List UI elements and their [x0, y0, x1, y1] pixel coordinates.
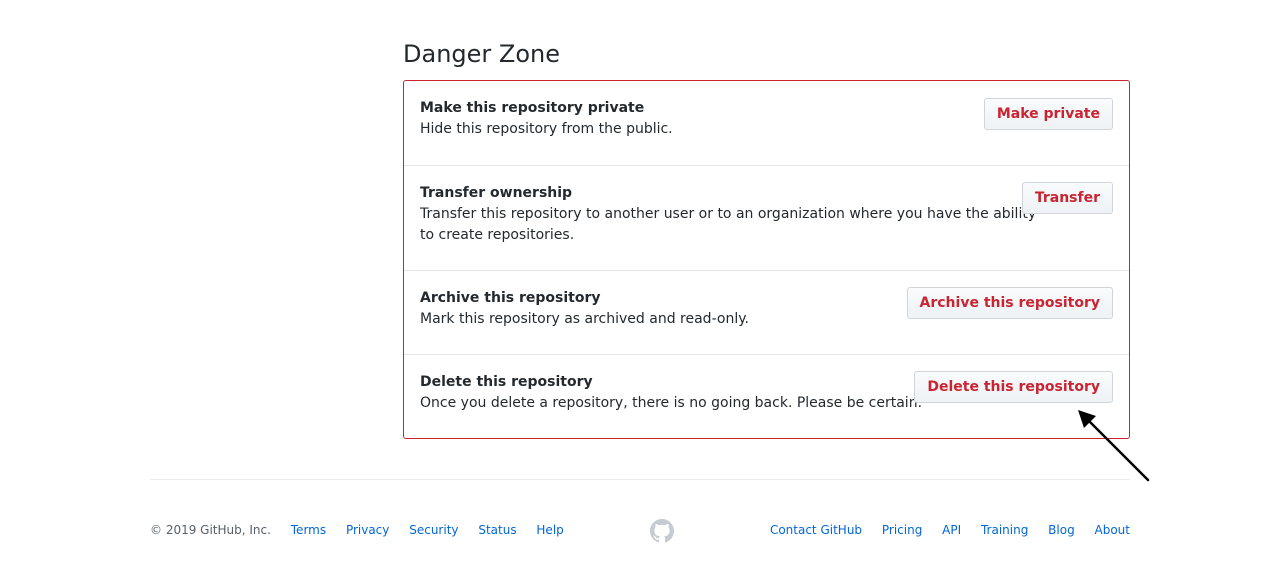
- footer-link-blog[interactable]: Blog: [1048, 523, 1075, 537]
- footer-left: © 2019 GitHub, Inc. Terms Privacy Securi…: [150, 521, 580, 539]
- delete-repository-button[interactable]: Delete this repository: [914, 371, 1113, 403]
- danger-item-make-private: Make this repository private Hide this r…: [404, 81, 1129, 165]
- footer-link-pricing[interactable]: Pricing: [882, 523, 922, 537]
- transfer-button[interactable]: Transfer: [1021, 182, 1113, 214]
- footer-link-terms[interactable]: Terms: [291, 523, 326, 537]
- danger-item-description-line-1: Transfer this repository to another user…: [420, 206, 1037, 222]
- danger-item-title: Archive this repository: [420, 290, 601, 306]
- danger-item-description-line-2: to create repositories.: [420, 227, 575, 243]
- danger-zone-box: Make this repository private Hide this r…: [403, 80, 1130, 439]
- footer-link-about[interactable]: About: [1095, 523, 1130, 537]
- footer-link-privacy[interactable]: Privacy: [346, 523, 389, 537]
- settings-page: Danger Zone Make this repository private…: [0, 0, 1280, 588]
- footer-copyright: © 2019 GitHub, Inc.: [150, 523, 271, 537]
- danger-item-transfer: Transfer ownership Transfer this reposit…: [404, 165, 1129, 270]
- danger-item-title: Delete this repository: [420, 374, 593, 390]
- danger-item-description: Hide this repository from the public.: [420, 121, 673, 137]
- footer-link-api[interactable]: API: [942, 523, 961, 537]
- make-private-button[interactable]: Make private: [983, 98, 1113, 130]
- footer-link-status[interactable]: Status: [478, 523, 516, 537]
- github-mark-icon[interactable]: [650, 519, 674, 543]
- footer-link-contact[interactable]: Contact GitHub: [770, 523, 862, 537]
- danger-item-description: Once you delete a repository, there is n…: [420, 395, 923, 411]
- danger-item-title: Transfer ownership: [420, 185, 573, 201]
- footer-right: Contact GitHub Pricing API Training Blog…: [754, 521, 1130, 539]
- danger-item-title: Make this repository private: [420, 100, 645, 116]
- footer-link-help[interactable]: Help: [536, 523, 563, 537]
- danger-item-delete: Delete this repository Once you delete a…: [404, 354, 1129, 439]
- danger-zone-heading: Danger Zone: [403, 40, 560, 68]
- pointer-arrow-icon: [1078, 410, 1150, 482]
- footer-divider: [150, 479, 1130, 480]
- danger-item-archive: Archive this repository Mark this reposi…: [404, 270, 1129, 354]
- footer-link-security[interactable]: Security: [409, 523, 458, 537]
- archive-repository-button[interactable]: Archive this repository: [906, 287, 1113, 319]
- footer-link-training[interactable]: Training: [981, 523, 1028, 537]
- danger-item-description: Mark this repository as archived and rea…: [420, 311, 749, 327]
